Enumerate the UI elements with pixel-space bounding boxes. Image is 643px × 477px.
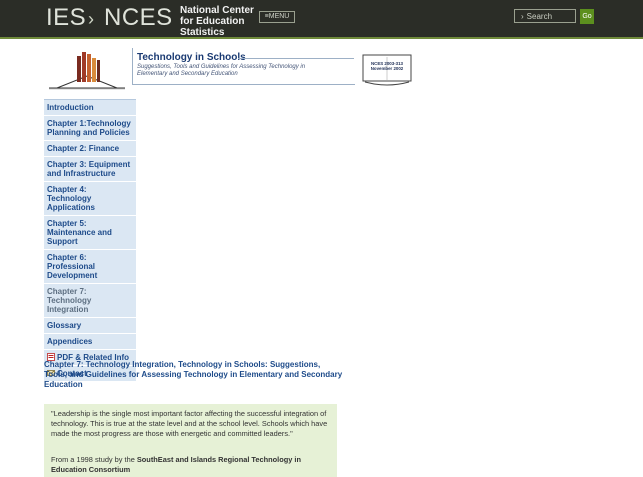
chevron-right-icon: › bbox=[521, 12, 524, 21]
ies-logo[interactable]: IES bbox=[46, 4, 86, 32]
center-name[interactable]: National Center for Education Statistics bbox=[180, 5, 260, 38]
sidebar-item-chapter-2[interactable]: Chapter 2: Finance bbox=[44, 141, 136, 157]
chapter-heading: Chapter 7: Technology Integration, Techn… bbox=[44, 360, 343, 389]
quote-source: From a 1998 study by the SouthEast and I… bbox=[51, 455, 331, 475]
quote-callout: "Leadership is the single most important… bbox=[44, 404, 337, 477]
go-button[interactable]: Go bbox=[580, 9, 594, 24]
menu-label: MENU bbox=[268, 13, 290, 20]
sidebar-nav: Introduction Chapter 1:Technology Planni… bbox=[44, 99, 136, 382]
search-input[interactable]: › Search bbox=[514, 9, 576, 23]
open-book-badge-icon: NCES 2003-313 November 2002 bbox=[362, 54, 412, 86]
logo-separator-icon: › bbox=[88, 9, 94, 29]
sidebar-item-chapter-4[interactable]: Chapter 4: Technology Applications bbox=[44, 182, 136, 216]
book-logo-icon bbox=[49, 52, 125, 90]
quote-source-prefix: From a 1998 study by the bbox=[51, 455, 137, 464]
search-placeholder: Search bbox=[526, 12, 553, 21]
sidebar-item-chapter-7[interactable]: Chapter 7: Technology Integration bbox=[44, 284, 136, 318]
site-header: IES › NCES National Center for Education… bbox=[0, 0, 643, 39]
sidebar-item-chapter-6[interactable]: Chapter 6: Professional Development bbox=[44, 250, 136, 284]
badge-line2: November 2002 bbox=[371, 66, 404, 71]
title-divider bbox=[238, 58, 354, 59]
sidebar-item-chapter-5[interactable]: Chapter 5: Maintenance and Support bbox=[44, 216, 136, 250]
menu-button[interactable]: ≡MENU bbox=[259, 11, 295, 23]
sidebar-item-glossary[interactable]: Glossary bbox=[44, 318, 136, 334]
nces-logo[interactable]: NCES bbox=[104, 4, 173, 32]
page-title: Technology in Schools bbox=[137, 52, 246, 63]
sidebar-item-chapter-1[interactable]: Chapter 1:Technology Planning and Polici… bbox=[44, 116, 136, 141]
sidebar-item-chapter-3[interactable]: Chapter 3: Equipment and Infrastructure bbox=[44, 157, 136, 182]
sidebar-item-appendices[interactable]: Appendices bbox=[44, 334, 136, 350]
sidebar-item-introduction[interactable]: Introduction bbox=[44, 100, 136, 116]
page-subtitle: Suggestions, Tools and Guidelines for As… bbox=[137, 64, 306, 77]
quote-text: "Leadership is the single most important… bbox=[51, 409, 328, 438]
